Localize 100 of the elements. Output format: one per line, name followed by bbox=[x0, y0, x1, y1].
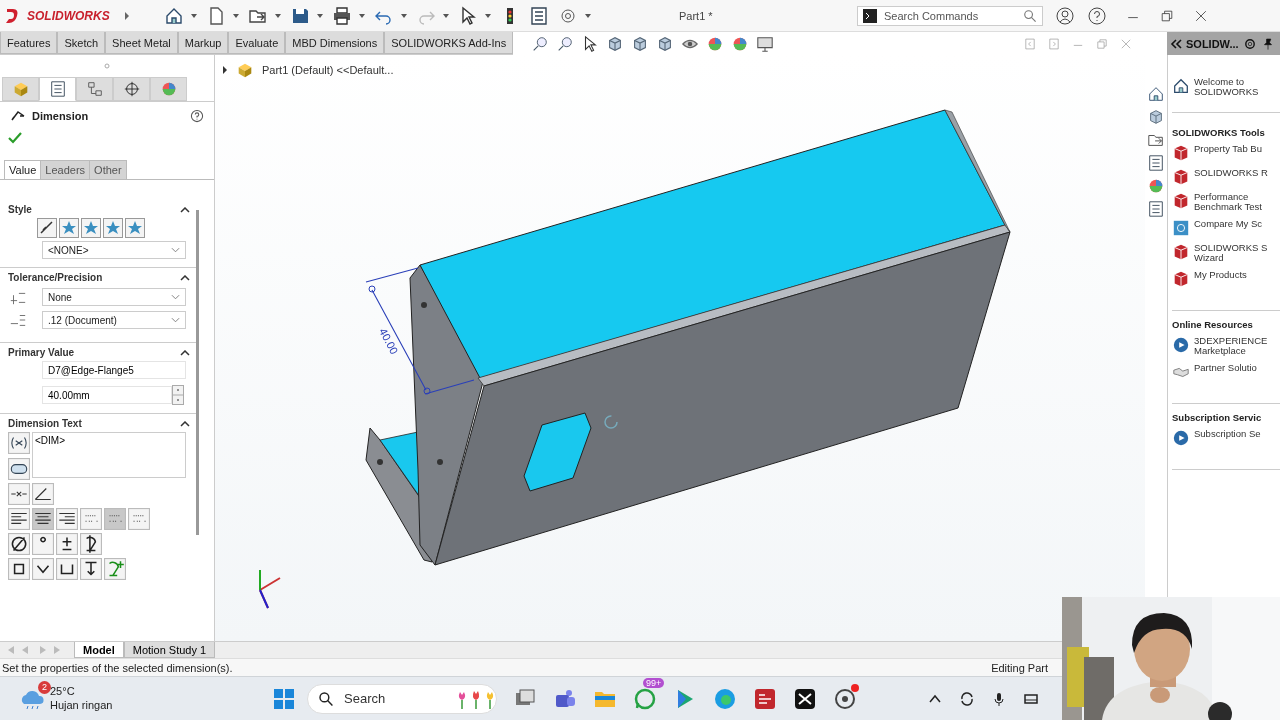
task-pane-link[interactable]: Performance Benchmark Test bbox=[1194, 191, 1268, 213]
task-pane-link[interactable]: My Products bbox=[1194, 269, 1268, 281]
depth-icon[interactable] bbox=[80, 558, 102, 580]
sheet-metal-part-drawing[interactable] bbox=[365, 109, 1011, 566]
collapse-icon[interactable] bbox=[180, 420, 190, 427]
expand-menu-icon[interactable] bbox=[123, 10, 131, 21]
task-pane-link[interactable]: Partner Solutio bbox=[1194, 362, 1268, 373]
welcome-link[interactable]: Welcome to SOLIDWORKS bbox=[1194, 77, 1268, 98]
dropdown-caret-icon[interactable] bbox=[275, 13, 281, 18]
panel-tab[interactable]: Value bbox=[4, 160, 42, 179]
sync-icon[interactable] bbox=[959, 690, 975, 707]
dimension-line[interactable] bbox=[365, 267, 475, 395]
capcut-icon[interactable] bbox=[793, 686, 817, 711]
diameter-icon[interactable] bbox=[8, 533, 30, 555]
home-icon[interactable] bbox=[1147, 85, 1165, 103]
solidworks-logo[interactable]: SOLIDWORKS bbox=[0, 6, 115, 25]
command-tab[interactable]: Markup bbox=[177, 32, 229, 54]
centerline-icon[interactable] bbox=[80, 533, 102, 555]
zoom-to-fit-icon[interactable] bbox=[531, 34, 550, 53]
dimxpert-tab[interactable] bbox=[113, 77, 150, 101]
command-tab[interactable]: Evaluate bbox=[228, 32, 286, 54]
microphone-icon[interactable] bbox=[991, 690, 1007, 707]
dropdown-caret-icon[interactable] bbox=[401, 13, 407, 18]
dropdown-caret-icon[interactable] bbox=[317, 13, 323, 18]
inspection-dimension-icon[interactable] bbox=[8, 458, 30, 480]
panel-tab[interactable]: Leaders bbox=[40, 160, 91, 179]
task-pane-link[interactable]: Compare My Sc bbox=[1194, 218, 1268, 230]
more-symbols-icon[interactable] bbox=[104, 558, 126, 580]
task-pane-link[interactable]: SOLIDWORKS S Wizard bbox=[1194, 242, 1268, 264]
align-right-icon[interactable] bbox=[56, 508, 78, 530]
offset-text-icon[interactable] bbox=[32, 483, 54, 505]
load-style-icon[interactable] bbox=[124, 218, 146, 238]
dimension-value-label[interactable]: 40.00 bbox=[377, 326, 401, 356]
model-tab[interactable]: Motion Study 1 bbox=[123, 642, 216, 658]
plus-minus-icon[interactable] bbox=[56, 533, 78, 555]
dropdown-caret-icon[interactable] bbox=[585, 13, 591, 18]
spin-buttons-icon[interactable] bbox=[172, 385, 184, 405]
task-pane-link[interactable]: SOLIDWORKS R bbox=[1194, 167, 1268, 179]
align-center-icon[interactable] bbox=[32, 508, 54, 530]
task-pane-link[interactable]: 3DEXPERIENCE Marketplace bbox=[1194, 335, 1268, 357]
search-icon[interactable] bbox=[1023, 8, 1037, 23]
display-manager-tab[interactable] bbox=[150, 77, 187, 101]
search-commands-field[interactable]: Search Commands bbox=[882, 8, 1018, 23]
user-account-icon[interactable] bbox=[1055, 5, 1075, 26]
solidworks-app-icon[interactable] bbox=[753, 686, 777, 711]
scrollbar[interactable] bbox=[196, 210, 199, 535]
print-icon[interactable] bbox=[332, 5, 352, 26]
dropdown-caret-icon[interactable] bbox=[443, 13, 449, 18]
property-manager-tab[interactable] bbox=[39, 77, 76, 101]
precision-dropdown[interactable]: .12 (Document) bbox=[42, 311, 186, 329]
square-icon[interactable] bbox=[8, 558, 30, 580]
custom-properties-icon[interactable] bbox=[1147, 200, 1165, 218]
help-icon[interactable] bbox=[190, 109, 204, 123]
dropdown-caret-icon[interactable] bbox=[233, 13, 239, 18]
dimension-text-field[interactable]: <DIM> bbox=[32, 432, 186, 478]
counterbore-icon[interactable] bbox=[56, 558, 78, 580]
configuration-manager-tab[interactable] bbox=[76, 77, 113, 101]
add-style-icon[interactable] bbox=[58, 218, 80, 238]
expand-arrow-icon[interactable] bbox=[222, 66, 228, 74]
file-properties-icon[interactable] bbox=[529, 5, 549, 26]
collapse-chevron-icon[interactable] bbox=[1170, 38, 1182, 49]
add-parentheses-icon[interactable] bbox=[8, 432, 30, 454]
save-style-icon[interactable] bbox=[102, 218, 124, 238]
align-left-icon[interactable] bbox=[8, 508, 30, 530]
dimension-value-field[interactable]: 40.00mm bbox=[42, 386, 172, 404]
panel-tab[interactable]: Other bbox=[89, 160, 127, 179]
grip-icon[interactable] bbox=[104, 63, 110, 69]
command-tab[interactable]: Sketch bbox=[57, 32, 106, 54]
command-tab[interactable]: Sheet Metal bbox=[105, 32, 178, 54]
feature-tree-root[interactable]: Part1 (Default) <<Default... bbox=[262, 64, 394, 76]
command-tab[interactable]: MBD Dimensions bbox=[285, 32, 385, 54]
settings-icon[interactable] bbox=[1242, 36, 1257, 51]
tolerance-type-dropdown[interactable]: None bbox=[42, 288, 186, 306]
view-palette-icon[interactable] bbox=[1147, 154, 1165, 172]
collapse-icon[interactable] bbox=[180, 349, 190, 356]
appearances-icon[interactable] bbox=[1147, 177, 1165, 195]
dropdown-caret-icon[interactable] bbox=[191, 13, 197, 18]
zoom-to-area-icon[interactable] bbox=[556, 34, 575, 53]
whatsapp-icon[interactable] bbox=[633, 686, 657, 711]
degree-icon[interactable] bbox=[32, 533, 54, 555]
command-tab[interactable]: SOLIDWORKS Add-Ins bbox=[384, 32, 514, 54]
task-pane-link[interactable]: Subscription Se bbox=[1194, 428, 1268, 439]
apply-style-icon[interactable] bbox=[36, 218, 58, 238]
model-tab[interactable]: Model bbox=[74, 642, 124, 658]
command-tab[interactable]: Features bbox=[0, 32, 58, 54]
style-dropdown[interactable]: <NONE> bbox=[42, 241, 186, 259]
countersink-icon[interactable] bbox=[32, 558, 54, 580]
taskbar-search-field[interactable]: Search bbox=[342, 690, 446, 707]
dropdown-caret-icon[interactable] bbox=[485, 13, 491, 18]
design-library-icon[interactable] bbox=[1147, 108, 1165, 126]
taskbar-search-bar[interactable]: Search bbox=[307, 683, 497, 714]
help-icon[interactable] bbox=[1087, 5, 1107, 26]
search-commands-bar[interactable]: Search Commands bbox=[857, 5, 1043, 26]
delete-style-icon[interactable] bbox=[80, 218, 102, 238]
chrome-icon[interactable] bbox=[833, 686, 857, 711]
dimension-name-field[interactable]: D7@Edge-Flange5 bbox=[42, 361, 186, 379]
ok-checkmark-icon[interactable] bbox=[8, 132, 22, 144]
task-pane-link[interactable]: Property Tab Bu bbox=[1194, 143, 1268, 155]
dropdown-caret-icon[interactable] bbox=[359, 13, 365, 18]
start-icon[interactable] bbox=[272, 686, 296, 711]
